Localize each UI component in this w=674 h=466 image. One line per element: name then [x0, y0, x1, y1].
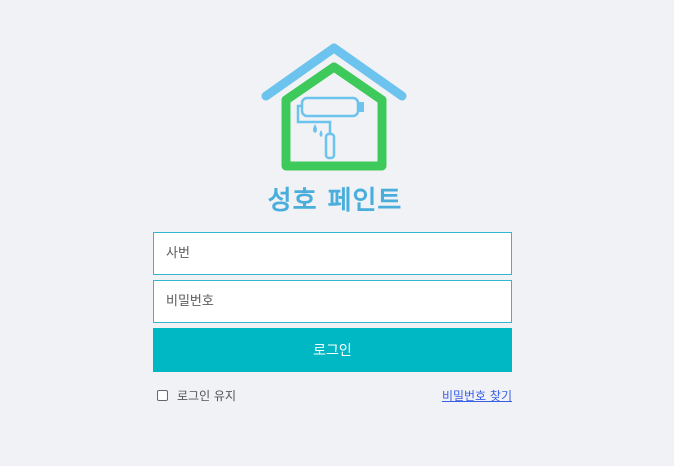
login-button[interactable]: 로그인 [153, 328, 512, 372]
remember-checkbox[interactable] [157, 390, 168, 401]
remember-login[interactable]: 로그인 유지 [157, 387, 236, 404]
login-page: 성호 페인트 로그인 로그인 유지 비밀번호 찾기 [0, 0, 674, 466]
house-paint-roller-icon [261, 43, 407, 171]
remember-label: 로그인 유지 [177, 389, 237, 403]
brand-name: 성호 페인트 [267, 186, 403, 216]
find-password-link[interactable]: 비밀번호 찾기 [442, 387, 512, 404]
employee-id-input[interactable] [153, 232, 512, 275]
password-input[interactable] [153, 280, 512, 323]
